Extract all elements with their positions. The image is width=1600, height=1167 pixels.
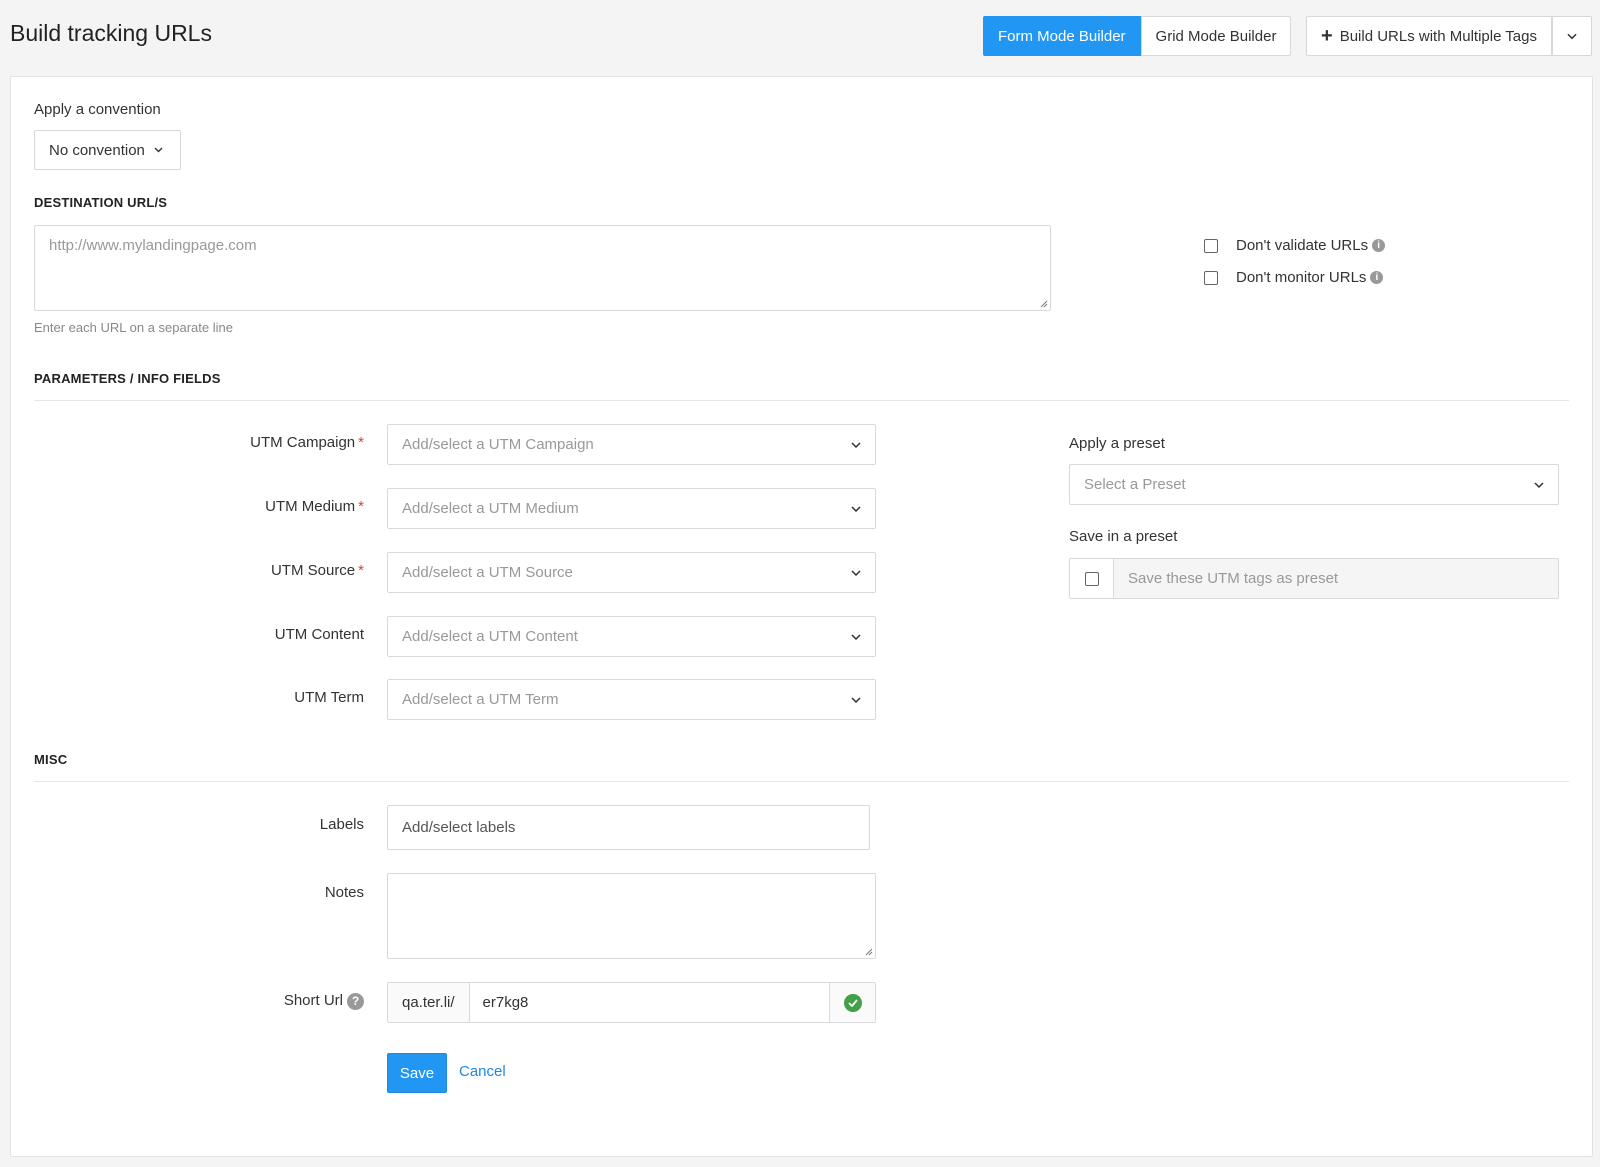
chevron-down-icon [851,505,861,512]
utm-campaign-label: UTM Campaign * [250,434,364,451]
utm-content-label: UTM Content [274,626,364,643]
multi-tags-group: + Build URLs with Multiple Tags [1306,16,1592,56]
info-icon[interactable]: i [1370,271,1384,284]
save-preset-label: Save in a preset [1069,528,1178,545]
preset-placeholder: Select a Preset [1084,476,1186,493]
chevron-down-icon [1534,481,1544,488]
save-preset-input[interactable]: Save these UTM tags as preset [1114,559,1338,598]
preset-select[interactable]: Select a Preset [1069,464,1559,505]
chevron-down-icon [851,569,861,576]
utm-campaign-placeholder: Add/select a UTM Campaign [402,436,594,453]
info-icon[interactable]: i [1372,239,1386,252]
cancel-link[interactable]: Cancel [459,1063,506,1080]
utm-term-label: UTM Term [294,689,364,706]
short-url-field: qa.ter.li/ er7kg8 [387,982,876,1023]
builder-card: Apply a convention No convention DESTINA… [10,76,1593,1157]
utm-source-label: UTM Source * [270,562,364,579]
chevron-down-icon [1567,33,1577,39]
short-url-domain: qa.ter.li/ [388,983,470,1022]
destination-help-text: Enter each URL on a separate line [34,320,233,335]
short-url-label: Short Url? [44,992,364,1010]
notes-textarea[interactable] [387,873,876,959]
utm-source-select[interactable]: Add/select a UTM Source [387,552,876,593]
check-circle-icon [843,993,862,1012]
mode-toggle-group: Form Mode Builder Grid Mode Builder [983,16,1292,56]
destination-url-textarea[interactable]: http://www.mylandingpage.com [34,225,1051,311]
destination-url-placeholder: http://www.mylandingpage.com [49,237,257,254]
dont-monitor-checkbox[interactable] [1204,270,1218,285]
save-button[interactable]: Save [387,1053,447,1093]
dont-monitor-label[interactable]: Don't monitor URLs [1236,269,1366,286]
help-icon[interactable]: ? [347,992,364,1010]
grid-mode-builder-button[interactable]: Grid Mode Builder [1140,16,1292,56]
utm-content-placeholder: Add/select a UTM Content [402,628,578,645]
short-url-status [829,983,875,1022]
save-preset-checkbox[interactable] [1084,571,1099,586]
resize-handle-icon[interactable] [863,946,873,956]
convention-label: Apply a convention [34,101,161,118]
labels-placeholder: Add/select labels [402,819,516,836]
misc-divider [34,781,1569,782]
save-preset-checkbox-addon [1070,559,1114,598]
dont-monitor-option: Don't monitor URLs i [1204,269,1384,286]
convention-select[interactable]: No convention [34,130,181,170]
form-mode-builder-button[interactable]: Form Mode Builder [983,16,1141,56]
parameters-divider [34,400,1569,401]
chevron-down-icon [154,147,163,153]
apply-preset-label: Apply a preset [1069,435,1165,452]
dont-validate-option: Don't validate URLs i [1204,237,1386,254]
multi-tags-dropdown-button[interactable] [1552,16,1592,56]
chevron-down-icon [851,441,861,448]
save-preset-field: Save these UTM tags as preset [1069,558,1559,599]
short-url-slug-input[interactable]: er7kg8 [470,983,829,1022]
notes-label: Notes [324,884,364,901]
utm-campaign-select[interactable]: Add/select a UTM Campaign [387,424,876,465]
utm-term-placeholder: Add/select a UTM Term [402,691,559,708]
utm-term-select[interactable]: Add/select a UTM Term [387,679,876,720]
chevron-down-icon [851,696,861,703]
parameters-section-title: PARAMETERS / INFO FIELDS [34,371,221,386]
convention-value: No convention [49,141,145,159]
utm-content-select[interactable]: Add/select a UTM Content [387,616,876,657]
labels-input[interactable]: Add/select labels [387,805,870,850]
utm-medium-select[interactable]: Add/select a UTM Medium [387,488,876,529]
utm-medium-label: UTM Medium * [265,498,364,515]
build-multiple-tags-button[interactable]: + Build URLs with Multiple Tags [1306,16,1552,56]
utm-source-placeholder: Add/select a UTM Source [402,564,573,581]
dont-validate-label[interactable]: Don't validate URLs [1236,237,1368,254]
dont-validate-checkbox[interactable] [1204,238,1218,253]
chevron-down-icon [851,633,861,640]
labels-label: Labels [319,816,364,833]
misc-section-title: MISC [34,752,68,767]
plus-icon: + [1321,25,1333,47]
page-title: Build tracking URLs [10,20,212,46]
destination-section-title: DESTINATION URL/S [34,195,168,210]
build-multiple-tags-label: Build URLs with Multiple Tags [1339,27,1537,45]
resize-handle-icon[interactable] [1038,298,1048,308]
utm-medium-placeholder: Add/select a UTM Medium [402,500,579,517]
